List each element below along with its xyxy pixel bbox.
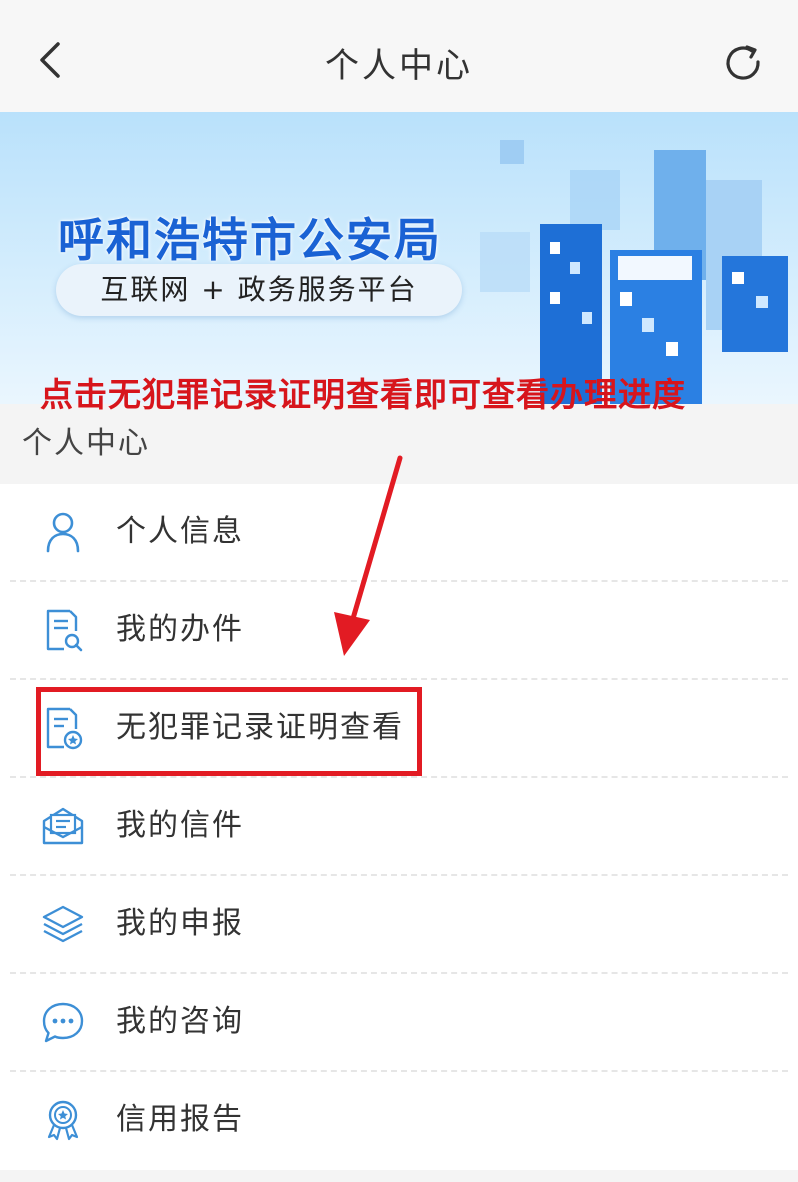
document-search-icon — [46, 609, 83, 652]
highlight-box — [36, 687, 422, 776]
page-title: 个人中心 — [325, 46, 473, 86]
badge-icon — [47, 1100, 79, 1141]
city-buildings-illustration — [480, 140, 788, 404]
layers-icon — [42, 905, 84, 943]
menu-item-my-letters[interactable]: 我的信件 — [0, 778, 798, 876]
hero-banner: 呼和浩特市公安局 互联网 + 政务服务平台 — [0, 112, 798, 404]
menu-item-label: 我的信件 — [116, 808, 244, 843]
refresh-icon[interactable] — [722, 42, 766, 86]
chat-bubble-icon — [42, 1002, 84, 1043]
top-bar: 个人中心 — [0, 0, 798, 112]
menu-item-my-inquiries[interactable]: 我的咨询 — [0, 974, 798, 1072]
menu-item-label: 我的申报 — [116, 906, 244, 941]
banner-org-name: 呼和浩特市公安局 — [58, 213, 442, 267]
menu-item-credit-report[interactable]: 信用报告 — [0, 1072, 798, 1170]
menu-item-label: 我的办件 — [116, 612, 244, 647]
menu-item-my-applications[interactable]: 我的申报 — [0, 876, 798, 974]
menu-item-label: 个人信息 — [116, 514, 244, 549]
menu-item-label: 我的咨询 — [116, 1004, 244, 1039]
section-title: 个人中心 — [22, 426, 150, 461]
banner-subtitle: 互联网 + 政务服务平台 — [100, 273, 418, 306]
red-arrow-annotation — [334, 455, 403, 656]
menu-item-label: 信用报告 — [116, 1102, 244, 1137]
envelope-icon — [42, 807, 84, 845]
user-icon — [46, 512, 80, 553]
instruction-annotation: 点击无犯罪记录证明查看即可查看办理进度 — [40, 375, 686, 414]
